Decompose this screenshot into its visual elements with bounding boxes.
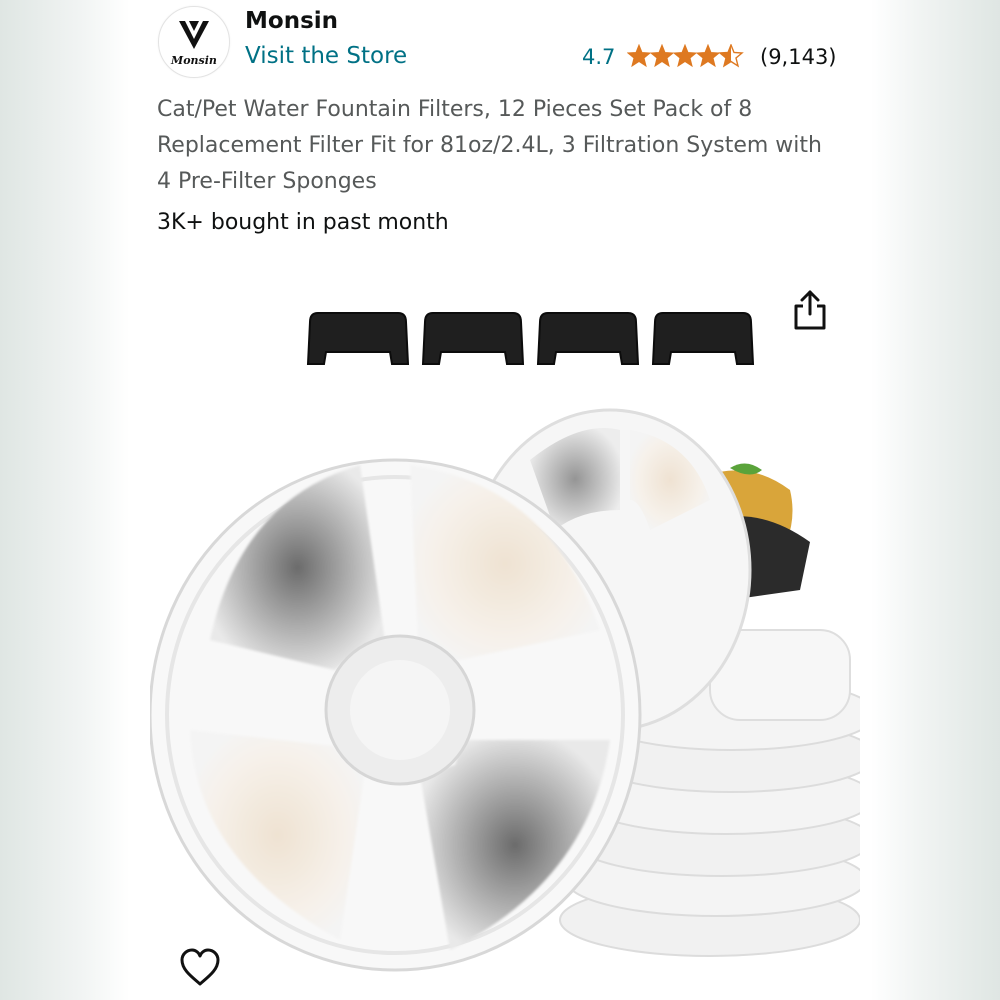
product-title: Cat/Pet Water Fountain Filters, 12 Piece… — [157, 97, 822, 194]
sponge — [536, 312, 640, 365]
brand-logo[interactable]: Monsin — [158, 6, 230, 78]
sponge — [651, 312, 755, 365]
star-icon — [695, 44, 721, 68]
filter-disc-front — [150, 458, 642, 972]
rating-count[interactable]: (9,143) — [760, 45, 837, 69]
bought-count: 3K+ bought in past month — [157, 210, 449, 235]
star-icon — [672, 44, 698, 68]
brand-logo-text: Monsin — [171, 54, 217, 67]
star-icon — [627, 44, 652, 68]
star-rating[interactable] — [627, 44, 745, 68]
brand-name: Monsin — [245, 8, 339, 34]
product-panel: Monsin Monsin Visit the Store 4.7 (9,143… — [130, 0, 872, 1000]
star-icon — [649, 44, 675, 68]
rating-value[interactable]: 4.7 — [582, 45, 615, 69]
product-image[interactable] — [150, 270, 860, 998]
sponge-row — [306, 312, 755, 365]
half-star-icon — [718, 44, 744, 68]
visit-store-link[interactable]: Visit the Store — [245, 43, 407, 69]
heart-icon[interactable] — [178, 946, 222, 988]
sponge — [306, 312, 410, 365]
sponge — [421, 312, 525, 365]
share-icon[interactable] — [790, 288, 830, 332]
